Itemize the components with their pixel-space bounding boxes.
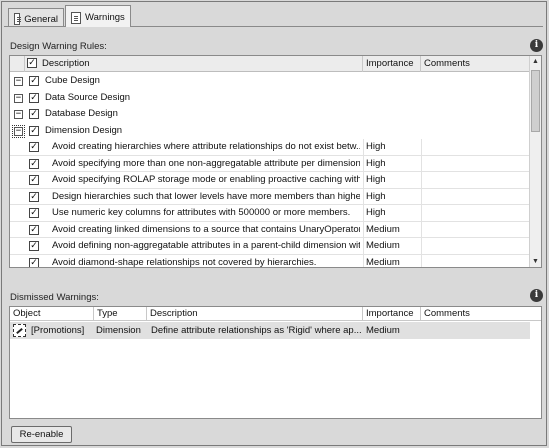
- rule-row[interactable]: ✓ Avoid creating hierarchies where attri…: [10, 139, 530, 156]
- group-row-data-source-design[interactable]: − ✓ Data Source Design: [10, 90, 530, 107]
- column-header-comments[interactable]: Comments: [421, 307, 541, 321]
- group-row-database-design[interactable]: − ✓ Database Design: [10, 106, 530, 123]
- dimension-object-icon: [13, 324, 26, 337]
- window-frame: General Warnings Design Warning Rules: i…: [1, 1, 547, 446]
- rule-checkbox[interactable]: ✓: [29, 191, 39, 202]
- collapse-icon[interactable]: −: [14, 110, 23, 119]
- rule-row[interactable]: ✓ Avoid creating linked dimensions to a …: [10, 221, 530, 239]
- dismissed-warnings-grid[interactable]: Object Type Description Importance Comme…: [9, 306, 542, 419]
- design-warning-rules-label: Design Warning Rules:: [10, 41, 107, 52]
- rule-comments[interactable]: [424, 139, 528, 156]
- tab-warnings[interactable]: Warnings: [65, 5, 131, 27]
- tab-bar: General Warnings: [4, 5, 544, 27]
- tab-general[interactable]: General: [8, 8, 64, 27]
- rule-description: Avoid specifying ROLAP storage mode or e…: [52, 174, 360, 185]
- collapse-icon[interactable]: −: [12, 124, 25, 138]
- rule-row[interactable]: ✓ Use numeric key columns for attributes…: [10, 205, 530, 222]
- rule-checkbox[interactable]: ✓: [29, 224, 39, 235]
- dismissed-type: Dimension: [96, 325, 141, 336]
- rule-importance: Medium: [366, 223, 400, 235]
- group-label: Cube Design: [45, 75, 100, 86]
- collapse-icon[interactable]: −: [14, 77, 23, 86]
- rule-comments[interactable]: [424, 255, 528, 268]
- rule-importance: Medium: [366, 256, 400, 268]
- rule-checkbox[interactable]: ✓: [29, 257, 39, 267]
- scroll-up-arrow-icon[interactable]: ▲: [530, 56, 541, 67]
- design-warning-rules-grid[interactable]: ✓ Description Importance Comments − ✓ Cu…: [9, 55, 542, 268]
- rule-row[interactable]: ✓ Avoid defining non-aggregatable attrib…: [10, 238, 530, 255]
- rule-comments[interactable]: [424, 172, 528, 189]
- rules-vertical-scrollbar[interactable]: ▲ ▼: [529, 56, 541, 267]
- rule-row[interactable]: ✓ Avoid diamond-shape relationships not …: [10, 254, 530, 268]
- scroll-thumb[interactable]: [531, 70, 540, 132]
- rule-row[interactable]: ✓ Avoid specifying ROLAP storage mode or…: [10, 172, 530, 189]
- rule-comments[interactable]: [424, 238, 528, 255]
- dismissed-grid-header: Object Type Description Importance Comme…: [10, 307, 541, 321]
- rule-description: Avoid creating linked dimensions to a so…: [52, 223, 360, 235]
- group-checkbox[interactable]: ✓: [29, 125, 39, 136]
- group-row-cube-design[interactable]: − ✓ Cube Design: [10, 73, 530, 90]
- column-header-description[interactable]: ✓ Description: [25, 56, 363, 72]
- group-label: Data Source Design: [45, 91, 131, 103]
- rule-checkbox[interactable]: ✓: [29, 241, 39, 251]
- rule-importance: High: [366, 174, 386, 185]
- rule-checkbox[interactable]: ✓: [29, 208, 39, 218]
- rule-description: Avoid diamond-shape relationships not co…: [52, 256, 317, 268]
- dismissed-comments[interactable]: [424, 322, 528, 339]
- rule-comments[interactable]: [424, 189, 528, 206]
- group-checkbox[interactable]: ✓: [29, 92, 39, 103]
- rule-importance: High: [366, 141, 386, 152]
- column-header-object[interactable]: Object: [10, 307, 94, 321]
- info-icon[interactable]: i: [530, 39, 543, 52]
- info-icon[interactable]: i: [530, 289, 543, 302]
- rule-importance: High: [366, 190, 386, 202]
- rule-checkbox[interactable]: ✓: [29, 142, 39, 152]
- rule-importance: Medium: [366, 240, 400, 251]
- rule-description: Use numeric key columns for attributes w…: [52, 207, 351, 218]
- tab-warnings-label: Warnings: [85, 12, 125, 23]
- column-header-importance[interactable]: Importance: [363, 56, 421, 72]
- rule-checkbox[interactable]: ✓: [29, 175, 39, 185]
- dismissed-warnings-label: Dismissed Warnings:: [10, 292, 99, 303]
- rule-description: Avoid specifying more than one non-aggre…: [52, 157, 360, 169]
- rule-comments[interactable]: [424, 205, 528, 222]
- collapse-icon[interactable]: −: [14, 93, 23, 103]
- column-header-description[interactable]: Description: [147, 307, 363, 321]
- column-header-type[interactable]: Type: [94, 307, 147, 321]
- warnings-tab-icon: [71, 11, 81, 24]
- reenable-button[interactable]: Re-enable: [11, 426, 72, 443]
- rule-description: Design hierarchies such that lower level…: [52, 190, 360, 202]
- column-header-description-label: Description: [42, 58, 90, 69]
- general-tab-icon: [14, 13, 22, 25]
- rule-comments[interactable]: [424, 222, 528, 239]
- rule-checkbox[interactable]: ✓: [29, 158, 39, 169]
- dismissed-object: [Promotions]: [31, 325, 85, 336]
- rule-comments[interactable]: [424, 156, 528, 173]
- group-checkbox[interactable]: ✓: [29, 76, 39, 86]
- tab-general-label: General: [24, 13, 58, 25]
- rule-row[interactable]: ✓ Design hierarchies such that lower lev…: [10, 188, 530, 206]
- column-header-importance[interactable]: Importance: [363, 307, 421, 321]
- dismissed-row[interactable]: [Promotions] Dimension Define attribute …: [10, 322, 530, 339]
- column-header-comments[interactable]: Comments: [421, 56, 530, 72]
- scroll-down-arrow-icon[interactable]: ▼: [530, 256, 541, 267]
- dismissed-importance: Medium: [366, 325, 400, 336]
- rule-importance: High: [366, 157, 386, 169]
- group-row-dimension-design[interactable]: − ✓ Dimension Design: [10, 123, 530, 140]
- rule-row[interactable]: ✓ Avoid specifying more than one non-agg…: [10, 155, 530, 173]
- group-checkbox[interactable]: ✓: [29, 109, 39, 119]
- rules-grid-header: ✓ Description Importance Comments: [10, 56, 530, 72]
- group-label: Database Design: [45, 108, 118, 119]
- rule-description: Avoid defining non-aggregatable attribut…: [52, 240, 360, 251]
- header-spacer: [10, 56, 25, 72]
- rule-description: Avoid creating hierarchies where attribu…: [52, 141, 360, 152]
- dismissed-description: Define attribute relationships as 'Rigid…: [151, 325, 361, 336]
- group-label: Dimension Design: [45, 124, 123, 136]
- select-all-checkbox[interactable]: ✓: [27, 58, 37, 68]
- rule-importance: High: [366, 207, 386, 218]
